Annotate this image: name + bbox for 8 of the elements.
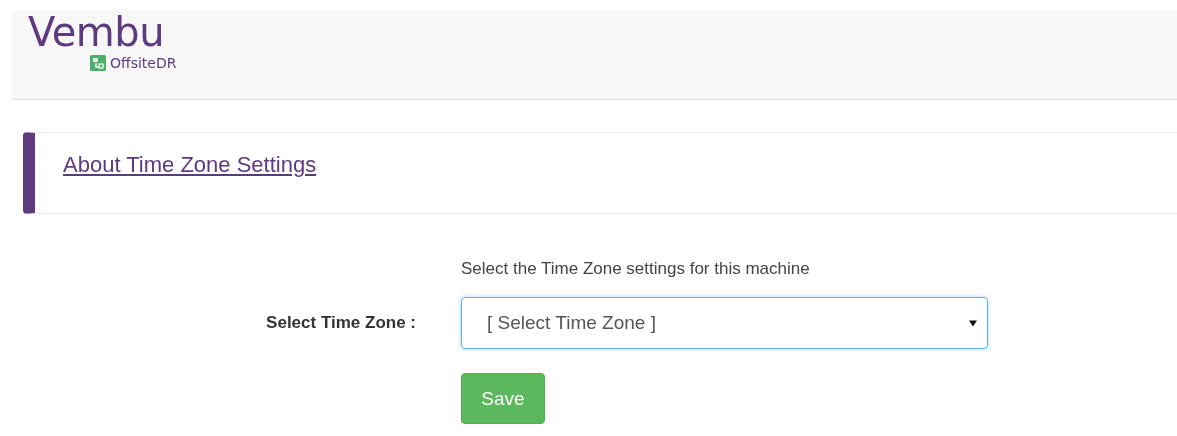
logo-text: Vembu — [28, 12, 166, 52]
about-link[interactable]: About Time Zone Settings — [63, 152, 317, 177]
product-icon — [90, 55, 106, 71]
caret-icon — [969, 319, 977, 327]
instruction-text: Select the Time Zone settings for this machine — [461, 258, 810, 280]
time-zone-dropdown[interactable]: [ Select Time Zone ] — [461, 297, 988, 349]
product-name: OffsiteDR — [110, 55, 177, 71]
field-label: Select Time Zone : — [265, 313, 417, 333]
